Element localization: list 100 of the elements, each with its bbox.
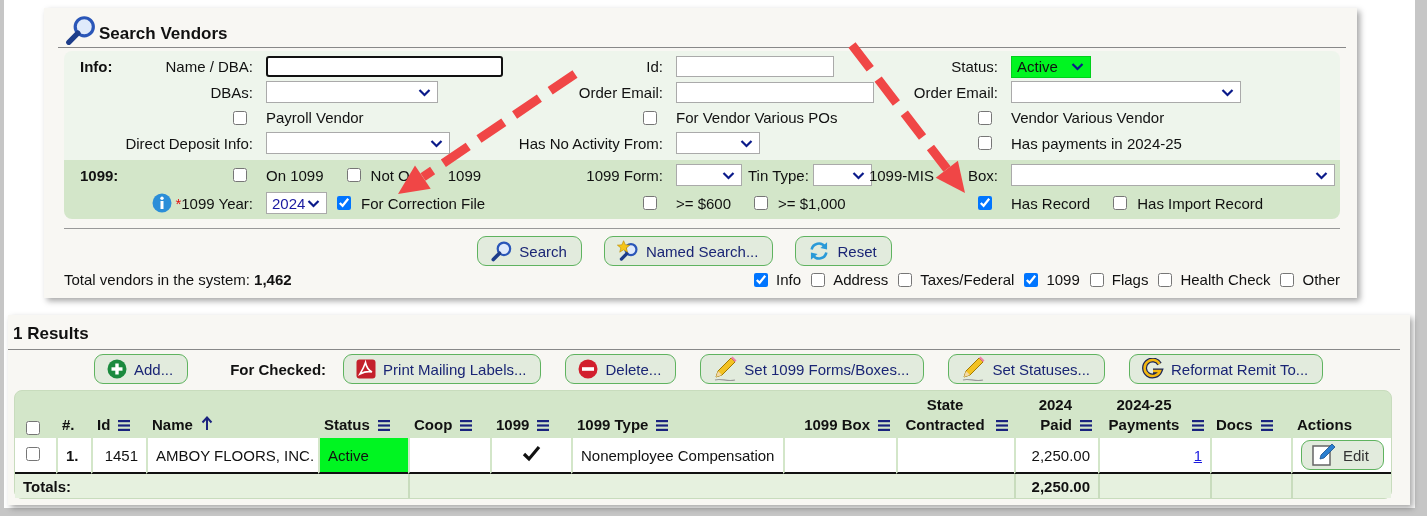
text-field[interactable] xyxy=(676,81,874,103)
checkbox[interactable] xyxy=(1158,272,1173,287)
text-field[interactable] xyxy=(266,56,503,78)
vendor-total: Total vendors in the system: 1,462 xyxy=(64,271,292,288)
dropdown[interactable] xyxy=(1011,81,1241,104)
checkbox[interactable] xyxy=(978,196,992,210)
reformat-button[interactable]: Reformat Remit To... xyxy=(1129,354,1324,384)
checkbox[interactable] xyxy=(25,421,40,435)
text-field[interactable] xyxy=(676,56,834,78)
checkbox[interactable] xyxy=(1113,196,1128,210)
ring-icon xyxy=(1142,358,1164,380)
dropdown[interactable] xyxy=(266,132,450,155)
option-label: Vendor Various Vendor xyxy=(1011,109,1165,127)
field-label: Tin Type: xyxy=(748,166,809,184)
option-label: Address xyxy=(833,271,889,288)
caret-icon xyxy=(722,170,735,180)
field-label: Direct Deposit Info: xyxy=(125,134,253,152)
field-label: 1099 Year: xyxy=(181,194,253,212)
checkbox[interactable] xyxy=(346,168,361,182)
option-label: >= $1,000 xyxy=(778,194,846,212)
caret-icon xyxy=(740,138,753,148)
dropdown[interactable] xyxy=(1011,164,1335,186)
column-header[interactable]: 1099 Box xyxy=(804,415,870,435)
checkbox[interactable] xyxy=(978,136,992,151)
field-label: Name / DBA: xyxy=(165,58,253,76)
reset-button[interactable]: Reset xyxy=(795,236,892,266)
field-label: Id: xyxy=(646,58,663,76)
edit-icon xyxy=(1312,443,1336,467)
column-header[interactable]: State Contracted xyxy=(902,395,988,435)
info-icon xyxy=(152,193,173,213)
option-label: Taxes/Federal xyxy=(920,271,1015,288)
column-header[interactable]: Status xyxy=(324,415,370,435)
table-cell: 1. xyxy=(56,438,91,474)
dropdown[interactable]: Active xyxy=(1011,55,1091,78)
column-header[interactable]: #. xyxy=(62,415,75,435)
search-icon xyxy=(64,14,96,46)
option-label: For Correction File xyxy=(361,194,486,212)
totals-label: Totals: xyxy=(15,474,408,498)
column-header[interactable]: 1099 Type xyxy=(577,415,649,435)
set-statuses-button[interactable]: Set Statuses... xyxy=(948,354,1105,384)
dropdown[interactable] xyxy=(812,164,872,186)
named-search-button[interactable]: Named Search... xyxy=(603,236,774,266)
checkbox[interactable] xyxy=(643,110,657,125)
checkbox[interactable] xyxy=(978,110,992,125)
option-label: On 1099 xyxy=(266,166,324,184)
column-header[interactable]: 1099 xyxy=(496,415,530,435)
pencil-icon xyxy=(961,356,986,382)
table-cell: 2,250.00 xyxy=(1014,438,1098,474)
section-label: Info: xyxy=(80,58,114,76)
option-label: Payroll Vendor xyxy=(266,109,364,127)
table-cell: 1451 xyxy=(91,438,146,474)
toolbar-label: For Checked: xyxy=(230,360,327,378)
option-label: Health Check xyxy=(1180,271,1271,288)
dropdown[interactable]: 2024 xyxy=(266,192,327,214)
checkbox[interactable] xyxy=(25,446,40,461)
field-label: 1099 Form: xyxy=(586,166,663,184)
column-header[interactable]: 2024-25 Payments xyxy=(1104,395,1184,435)
checkbox[interactable] xyxy=(643,196,657,210)
option-label: Has Record xyxy=(1011,194,1091,212)
checkbox[interactable] xyxy=(898,272,913,287)
field-label: Order Email: xyxy=(913,83,998,101)
checkbox[interactable] xyxy=(1280,272,1295,287)
checkbox[interactable] xyxy=(754,196,769,210)
edit-button[interactable]: Edit xyxy=(1301,440,1384,470)
column-header[interactable]: Coop xyxy=(414,415,453,435)
search-button[interactable]: Search xyxy=(477,236,582,266)
checkbox[interactable] xyxy=(233,110,247,125)
column-header[interactable]: Docs xyxy=(1216,415,1253,435)
checkbox[interactable] xyxy=(754,272,769,287)
table-cell: AMBOY FLOORS, INC. xyxy=(146,438,318,474)
caret-icon xyxy=(1221,87,1234,97)
add-button[interactable]: Add... xyxy=(94,354,189,384)
dropdown[interactable] xyxy=(676,132,760,155)
search-icon xyxy=(490,240,513,262)
panel-title: Search Vendors xyxy=(99,24,228,45)
required-mark: * xyxy=(175,194,182,212)
dropdown[interactable] xyxy=(676,164,742,186)
delete-button[interactable]: Delete... xyxy=(565,354,677,384)
option-label: Other xyxy=(1302,271,1340,288)
plus-icon xyxy=(107,359,127,379)
field-label: Order Email: xyxy=(578,83,663,101)
checkbox[interactable] xyxy=(1024,272,1039,287)
checkbox[interactable] xyxy=(233,168,247,182)
column-header[interactable]: Name xyxy=(152,415,193,435)
field-label: Has No Activity From: xyxy=(518,134,663,152)
set-forms-button[interactable]: Set 1099 Forms/Boxes... xyxy=(700,354,925,384)
status-cell: Active xyxy=(318,438,408,474)
field-label: DBAs: xyxy=(210,83,253,101)
payments-link[interactable]: 1 xyxy=(1193,446,1202,464)
caret-icon xyxy=(851,170,865,180)
checkbox[interactable] xyxy=(811,272,826,287)
option-label: 1099 xyxy=(1046,271,1080,288)
column-header[interactable]: 2024 Paid xyxy=(1020,395,1072,435)
column-header[interactable]: Actions xyxy=(1297,415,1352,435)
caret-icon xyxy=(307,198,320,208)
caret-icon xyxy=(1071,62,1084,72)
column-header[interactable]: Id xyxy=(97,415,111,435)
checkbox[interactable] xyxy=(337,196,351,210)
print-labels-button[interactable]: Print Mailing Labels... xyxy=(343,354,542,384)
checkbox[interactable] xyxy=(1089,272,1104,287)
